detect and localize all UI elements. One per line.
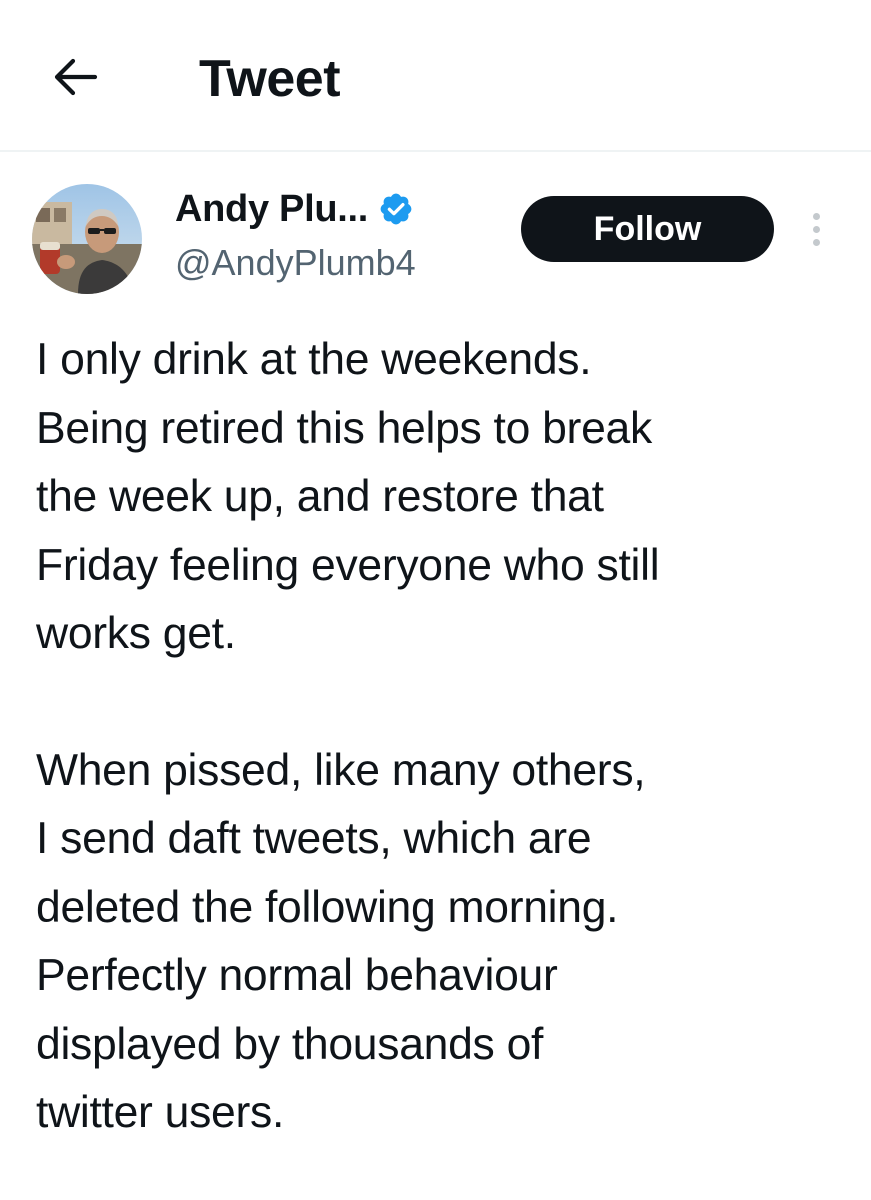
follow-button[interactable]: Follow [521, 196, 774, 262]
back-button[interactable] [46, 50, 106, 104]
tweet-line: twitter users. [36, 1088, 285, 1137]
top-bar: Tweet [0, 0, 871, 152]
author-row: Andy Plu... @AndyPlumb4 Follow [0, 152, 871, 312]
tweet-line: When pissed, like many others, [36, 745, 646, 795]
tweet-line: Perfectly normal behaviour [36, 951, 558, 1000]
display-name[interactable]: Andy Plu... [175, 186, 368, 232]
avatar[interactable] [32, 184, 142, 294]
tweet-line: Being retired this helps to break [36, 403, 652, 453]
tweet-line: the week up, and restore that [36, 472, 604, 521]
more-vertical-icon[interactable] [801, 206, 831, 252]
tweet-line: works get. [36, 609, 236, 658]
name-row: Andy Plu... [175, 186, 414, 232]
tweet-line: Friday feeling everyone who still [36, 540, 660, 590]
tweet-line: I only drink at the weekends. [36, 335, 592, 384]
page-title: Tweet [199, 50, 341, 108]
tweet-line: deleted the following morning. [36, 882, 619, 932]
arrow-left-icon [54, 58, 98, 96]
user-handle[interactable]: @AndyPlumb4 [175, 240, 416, 286]
tweet-line: I send daft tweets, which are [36, 814, 592, 863]
tweet-paragraph: I only drink at the weekends. Being reti… [36, 326, 836, 669]
verified-badge-icon [378, 191, 414, 227]
tweet-paragraph: When pissed, like many others, I send da… [36, 737, 836, 1148]
tweet-text: I only drink at the weekends. Being reti… [36, 326, 836, 1148]
tweet-line: displayed by thousands of [36, 1019, 544, 1069]
avatar-photo [32, 184, 142, 294]
